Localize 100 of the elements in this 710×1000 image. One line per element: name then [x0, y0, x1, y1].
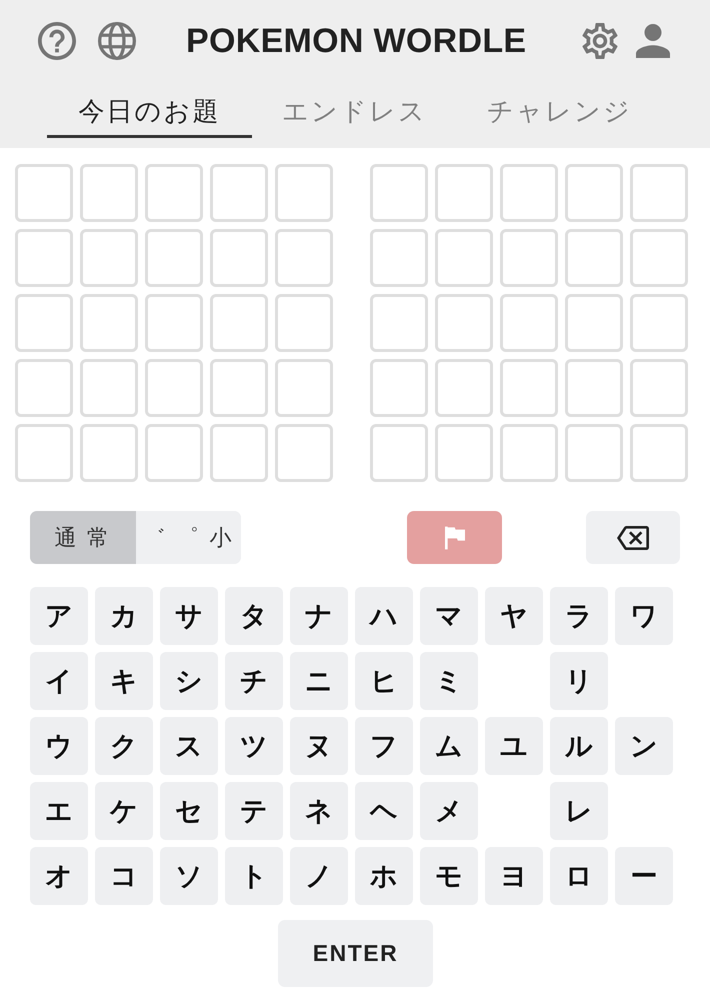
kana-key[interactable]: ヒ — [355, 652, 413, 710]
letter-tile — [565, 229, 623, 287]
letter-tile — [435, 164, 493, 222]
letter-tile — [145, 294, 203, 352]
kana-key[interactable]: ヘ — [355, 782, 413, 840]
kana-key[interactable]: テ — [225, 782, 283, 840]
kana-key[interactable]: ラ — [550, 587, 608, 645]
kana-key[interactable]: チ — [225, 652, 283, 710]
letter-tile — [565, 424, 623, 482]
kana-key[interactable]: ロ — [550, 847, 608, 905]
letter-tile — [145, 359, 203, 417]
kana-key[interactable]: イ — [30, 652, 88, 710]
letter-tile — [630, 294, 688, 352]
kana-key[interactable]: ヌ — [290, 717, 348, 775]
kana-key[interactable]: シ — [160, 652, 218, 710]
letter-tile — [275, 359, 333, 417]
letter-tile — [565, 164, 623, 222]
kana-key[interactable]: ヤ — [485, 587, 543, 645]
globe-icon — [98, 22, 136, 60]
kana-key[interactable]: ネ — [290, 782, 348, 840]
settings-icon — [582, 23, 618, 59]
kana-key[interactable]: メ — [420, 782, 478, 840]
letter-tile — [370, 229, 428, 287]
kana-key[interactable]: キ — [95, 652, 153, 710]
letter-tile — [210, 424, 268, 482]
kana-key[interactable]: ル — [550, 717, 608, 775]
letter-tile — [145, 164, 203, 222]
kana-key[interactable]: タ — [225, 587, 283, 645]
flag-button[interactable] — [407, 511, 502, 564]
letter-tile — [500, 164, 558, 222]
letter-tile — [500, 294, 558, 352]
kana-key[interactable]: ユ — [485, 717, 543, 775]
kana-key[interactable]: ン — [615, 717, 673, 775]
letter-tile — [275, 164, 333, 222]
kana-key[interactable]: ワ — [615, 587, 673, 645]
letter-tile — [565, 359, 623, 417]
letter-tile — [210, 359, 268, 417]
kana-key[interactable]: フ — [355, 717, 413, 775]
letter-tile — [435, 294, 493, 352]
backspace-button[interactable] — [586, 511, 680, 564]
kana-key[interactable]: エ — [30, 782, 88, 840]
letter-tile — [210, 164, 268, 222]
person-icon — [636, 24, 670, 58]
kana-key[interactable]: ク — [95, 717, 153, 775]
kana-key[interactable]: ハ — [355, 587, 413, 645]
kana-key[interactable]: モ — [420, 847, 478, 905]
letter-tile — [370, 424, 428, 482]
help-icon — [38, 22, 76, 60]
app-title: POKEMON WORDLE — [186, 24, 526, 58]
letter-tile — [630, 359, 688, 417]
kana-key[interactable]: レ — [550, 782, 608, 840]
kana-key[interactable]: カ — [95, 587, 153, 645]
kana-key[interactable]: マ — [420, 587, 478, 645]
letter-tile — [370, 164, 428, 222]
letter-tile — [80, 164, 138, 222]
letter-tile — [565, 294, 623, 352]
letter-tile — [370, 294, 428, 352]
account-button[interactable] — [636, 22, 670, 60]
letter-tile — [435, 359, 493, 417]
kana-key[interactable]: ア — [30, 587, 88, 645]
kana-key[interactable]: ヨ — [485, 847, 543, 905]
kana-key[interactable]: オ — [30, 847, 88, 905]
kana-key[interactable]: ソ — [160, 847, 218, 905]
letter-tile — [15, 359, 73, 417]
letter-tile — [80, 359, 138, 417]
letter-tile — [145, 229, 203, 287]
kana-key[interactable]: ム — [420, 717, 478, 775]
kana-key[interactable]: ホ — [355, 847, 413, 905]
letter-tile — [500, 424, 558, 482]
kana-key[interactable]: ツ — [225, 717, 283, 775]
flag-icon — [444, 524, 464, 550]
enter-key[interactable]: ENTER — [278, 920, 433, 987]
kana-key[interactable]: ミ — [420, 652, 478, 710]
kana-key[interactable]: セ — [160, 782, 218, 840]
letter-tile — [630, 424, 688, 482]
language-button[interactable] — [98, 22, 136, 60]
kana-key[interactable]: リ — [550, 652, 608, 710]
kana-key[interactable]: ス — [160, 717, 218, 775]
letter-tile — [80, 229, 138, 287]
kana-key[interactable]: ケ — [95, 782, 153, 840]
tab[interactable]: 今日のお題 — [47, 88, 252, 138]
letter-tile — [210, 229, 268, 287]
letter-tile — [435, 229, 493, 287]
letter-tile — [500, 229, 558, 287]
letter-tile — [630, 164, 688, 222]
letter-tile — [15, 164, 73, 222]
letter-tile — [500, 359, 558, 417]
kana-key[interactable]: ナ — [290, 587, 348, 645]
help-button[interactable] — [38, 22, 76, 60]
letter-tile — [80, 424, 138, 482]
kana-key[interactable]: サ — [160, 587, 218, 645]
input-mode-option[interactable]: 通 常 — [30, 511, 136, 564]
kana-key[interactable]: ニ — [290, 652, 348, 710]
kana-key[interactable]: ト — [225, 847, 283, 905]
letter-tile — [15, 229, 73, 287]
settings-button[interactable] — [582, 22, 618, 60]
kana-key[interactable]: ー — [615, 847, 673, 905]
kana-key[interactable]: ウ — [30, 717, 88, 775]
kana-key[interactable]: ノ — [290, 847, 348, 905]
kana-key[interactable]: コ — [95, 847, 153, 905]
